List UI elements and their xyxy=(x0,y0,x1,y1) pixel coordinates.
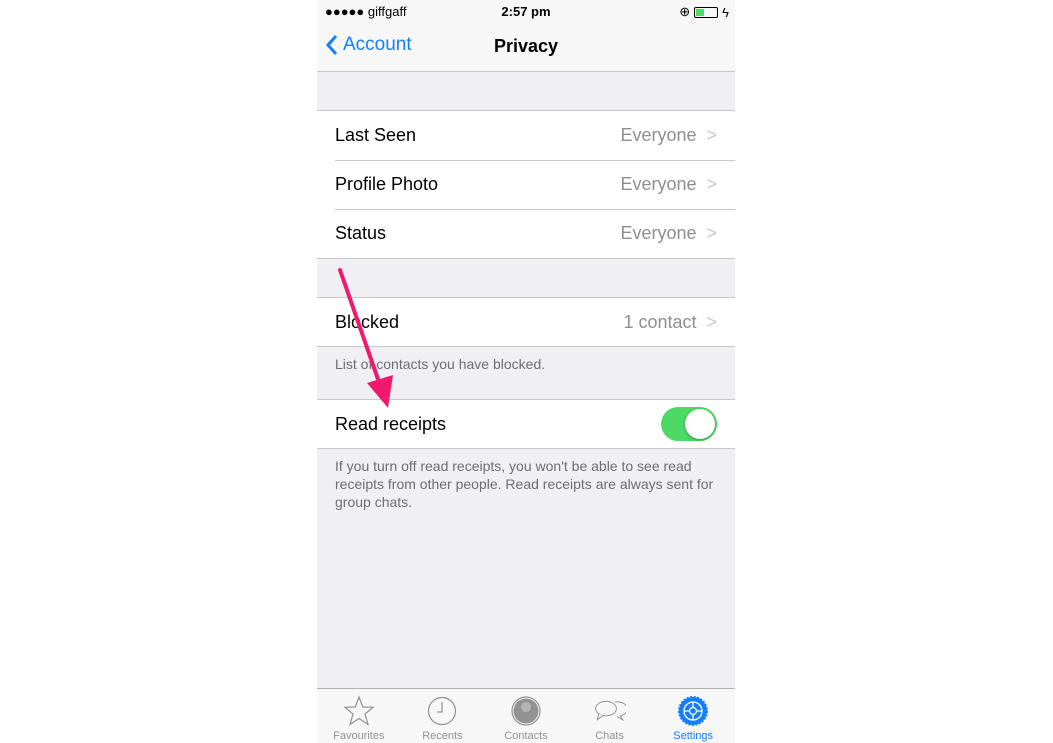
read-receipts-toggle[interactable] xyxy=(661,407,717,441)
row-value: Everyone xyxy=(620,125,697,145)
row-label: Blocked xyxy=(335,311,400,332)
chat-bubbles-icon xyxy=(594,700,626,722)
row-label: Read receipts xyxy=(335,413,447,434)
navigation-bar: Account Privacy xyxy=(317,22,735,72)
chevron-right-icon: > xyxy=(706,223,717,243)
contact-icon xyxy=(511,696,541,726)
row-blocked[interactable]: Blocked 1 contact > xyxy=(317,298,735,346)
row-profile-photo[interactable]: Profile Photo Everyone > xyxy=(317,160,735,209)
orientation-lock-icon: ⊕ xyxy=(679,4,691,19)
row-label: Last Seen xyxy=(335,125,417,145)
tab-contacts[interactable]: Contacts xyxy=(484,689,568,743)
row-read-receipts: Read receipts xyxy=(317,400,735,448)
row-label: Profile Photo xyxy=(335,174,439,194)
battery-icon xyxy=(694,6,719,18)
charging-icon: ϟ xyxy=(722,4,729,20)
row-value: Everyone xyxy=(620,223,697,243)
page-title: Privacy xyxy=(493,36,559,56)
tab-settings[interactable]: Settings xyxy=(651,689,735,743)
tab-chats[interactable]: Chats xyxy=(568,689,652,743)
row-status[interactable]: Status Everyone > xyxy=(317,209,735,258)
row-label: Status xyxy=(335,223,387,243)
tab-favourites[interactable]: Favourites xyxy=(317,689,401,743)
tab-label: Chats xyxy=(595,730,624,742)
read-receipts-group: Read receipts xyxy=(317,399,735,449)
chevron-right-icon: > xyxy=(706,174,717,194)
read-receipts-footer: If you turn off read receipts, you won't… xyxy=(335,458,714,510)
tab-bar: Favourites Recents Contacts Chats Settin… xyxy=(317,688,735,743)
clock-icon xyxy=(428,696,457,726)
chevron-right-icon: > xyxy=(706,311,717,332)
row-value: 1 contact xyxy=(623,311,697,332)
tab-label: Contacts xyxy=(504,730,548,742)
row-last-seen[interactable]: Last Seen Everyone > xyxy=(317,111,735,160)
gear-icon xyxy=(678,696,709,726)
tab-label: Settings xyxy=(673,730,714,742)
tab-label: Recents xyxy=(422,730,463,742)
clock: 2:57 pm xyxy=(501,4,551,19)
status-bar: ●●●●● giffgaff 2:57 pm ⊕ ϟ xyxy=(317,0,735,22)
blocked-footer: List of contacts you have blocked. xyxy=(335,356,546,372)
chevron-right-icon: > xyxy=(706,125,717,145)
tab-label: Favourites xyxy=(333,730,385,742)
privacy-group: Last Seen Everyone > Profile Photo Everyone… xyxy=(317,110,735,259)
star-icon xyxy=(343,695,375,726)
phone-screen: ●●●●● giffgaff 2:57 pm ⊕ ϟ Account Priva… xyxy=(317,0,735,743)
tab-recents[interactable]: Recents xyxy=(401,689,485,743)
row-value: Everyone xyxy=(620,174,697,194)
blocked-group: Blocked 1 contact > xyxy=(317,297,735,347)
